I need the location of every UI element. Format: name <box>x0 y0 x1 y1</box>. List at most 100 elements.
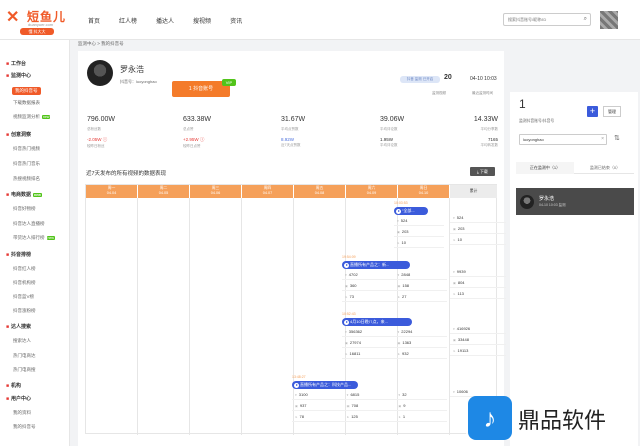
manage-button[interactable]: 管理 <box>603 106 621 117</box>
account-count: 1 <box>519 97 526 111</box>
sidebar-item-profile[interactable]: 我的资料 <box>13 410 31 416</box>
rank-icon: ■ <box>6 252 10 258</box>
account-search-box: × <box>519 134 607 145</box>
sidebar-item-hot-search[interactable]: 热搜视频排名 <box>13 176 40 182</box>
profile-avatar <box>87 60 113 86</box>
sidebar-item-sales[interactable]: 带货达人排行榜 new <box>13 235 55 241</box>
sidebar-item-org[interactable]: 抖音机构榜 <box>13 280 36 286</box>
nav-influencers[interactable]: 播达人 <box>156 16 174 25</box>
monitor-tabs: 正在监测中（1） 监测已结束（0） <box>516 162 634 174</box>
sidebar-item-hot-search2[interactable]: 热门电商搜 <box>13 367 36 373</box>
nav-videos[interactable]: 搜视频 <box>193 16 211 25</box>
sidebar-item-hot-music[interactable]: 抖音热门音乐 <box>13 161 40 167</box>
account-count-label: 监测抖音账号/抖音号 <box>519 119 555 123</box>
tab-monitoring[interactable]: 正在监测中（1） <box>516 162 574 174</box>
sidebar-item-video-monitor[interactable]: 视频监测分析 new <box>13 114 51 120</box>
sidebar-item-my-douyin[interactable]: 我的抖音号 <box>13 424 36 430</box>
play-button[interactable]: 4月10日晚八点，来... <box>342 318 412 326</box>
main-nav: 首页 红人榜 播达人 搜视频 资讯 <box>88 16 261 25</box>
video-card[interactable]: 13:48:27 直播所有产品之：科技产品... 3100681532 9377… <box>292 375 447 422</box>
video-card[interactable]: 10:03:53 “全部... 524 203 10 <box>394 201 450 248</box>
play-button[interactable]: 直播所有产品之：科技产品... <box>292 381 358 389</box>
monitored-account-item[interactable]: 罗永浩 04-10 10:03 监测 <box>516 188 634 215</box>
col-header: 周日 04.10 <box>398 185 449 198</box>
org-icon: ■ <box>6 383 10 389</box>
search-box: ⌕ <box>503 13 591 26</box>
sidebar-item-growth[interactable]: 抖音涨粉榜 <box>13 308 36 314</box>
sidebar-group-workbench[interactable]: ■ 工作台 <box>6 60 26 67</box>
new-badge: new <box>33 193 42 197</box>
video-card[interactable]: 10:52:43 4月10日晚八点，来... 35636222294 27974… <box>342 312 447 359</box>
main-content: 监测中心 > 我的抖音号 罗永浩 抖音号：luoyonghao 1 抖音账号 V… <box>74 40 640 446</box>
sidebar-group-monitor[interactable]: ■ 监测中心 <box>6 72 31 79</box>
sidebar-group-search[interactable]: ■ 达人搜索 <box>6 323 31 330</box>
nav-news[interactable]: 资讯 <box>230 16 242 25</box>
video-total: 9939 804 113 <box>450 266 506 299</box>
panel-title: 近7天发布的所有视频的数据表现 <box>86 171 167 177</box>
watermark: ♪ 鼎品软件 <box>466 396 636 440</box>
sidebar-item-download[interactable]: 下载数据报表 <box>13 100 40 106</box>
monitor-icon: ■ <box>6 73 10 79</box>
add-account-button[interactable]: + <box>587 106 598 117</box>
sidebar-group-ecommerce[interactable]: ■ 电商数据 new <box>6 191 42 198</box>
profile-id: 抖音号：luoyonghao <box>120 79 157 84</box>
sidebar-item-red[interactable]: 抖音红人榜 <box>13 266 36 272</box>
sidebar-item-live[interactable]: 抖音达人直播榜 <box>13 221 45 227</box>
account-search-input[interactable] <box>520 135 598 144</box>
cart-icon: ■ <box>6 192 10 198</box>
clear-icon[interactable]: × <box>601 136 604 142</box>
watermark-text: 鼎品软件 <box>518 408 607 433</box>
play-button[interactable]: “全部... <box>394 207 428 215</box>
stat-likes: 633.38W 总点赞 +2.95W ⓘ 较昨日点赞 <box>183 116 212 148</box>
account-time: 04-10 10:03 监测 <box>539 203 566 207</box>
sidebar-item-hot-videos[interactable]: 抖音热门视频 <box>13 146 40 152</box>
sidebar-group-org[interactable]: ■ 机构 <box>6 382 21 389</box>
video-total: 524 203 10 <box>450 212 506 245</box>
sidebar-group-creative[interactable]: ■ 创意洞察 <box>6 131 31 138</box>
fish-logo-icon: ✕ <box>6 9 20 26</box>
stat-avg-comments: 39.06W 平均评论数 1.95W 平均评论数 <box>380 116 405 147</box>
top-bar: ✕ 短鱼儿 duanyuer.com 懂 抖大大 首页 红人榜 播达人 搜视频 … <box>0 0 640 40</box>
search-icon[interactable]: ⌕ <box>584 16 587 23</box>
user-avatar[interactable] <box>600 11 618 29</box>
monitor-video-count: 20 <box>444 74 452 81</box>
account-name: 罗永浩 <box>539 196 555 202</box>
last-monitor-label: 最近监测时间 <box>472 91 493 95</box>
new-badge: new <box>42 115 51 119</box>
sidebar-group-rankings[interactable]: ■ 抖音排榜 <box>6 251 31 258</box>
weekly-panel: 近7天发布的所有视频的数据表现 ⤓ 下载 周一 04.04 周二 04.05 周三 0… <box>78 161 508 446</box>
logo-domain: duanyuer.com <box>28 22 54 27</box>
sidebar-item-my-account[interactable]: 我的抖音号 <box>12 87 41 95</box>
tab-ended[interactable]: 监测已结束（0） <box>576 162 634 174</box>
sidebar-item-bluev[interactable]: 抖音蓝V榜 <box>13 294 34 300</box>
vip-badge: VIP <box>222 79 236 86</box>
search-icon: ■ <box>6 324 10 330</box>
download-button[interactable]: ⤓ 下载 <box>470 167 495 176</box>
video-card[interactable]: 19:54:09 直播所有产品之：新... 47022848 360158 73… <box>342 255 447 302</box>
video-total: 416926 33448 19113 <box>450 323 506 356</box>
new-badge: new <box>46 236 55 240</box>
right-panel: 1 监测抖音账号/抖音号 + 管理 × ⇅ 正在监测中（1） 监测已结束（0） … <box>510 92 638 446</box>
col-header: 周一 04.04 <box>86 185 137 198</box>
account-avatar <box>520 195 534 209</box>
sidebar-item-hot-talent[interactable]: 热门电商达 <box>13 353 36 359</box>
monitor-video-label: 监测视频 <box>432 91 446 95</box>
bulb-icon: ■ <box>6 132 10 138</box>
col-header: 周四 04.07 <box>242 185 293 198</box>
logo[interactable]: ✕ 短鱼儿 duanyuer.com 懂 抖大大 <box>6 7 66 35</box>
sort-icon[interactable]: ⇅ <box>614 134 620 142</box>
sidebar-item-goods[interactable]: 抖音好物榜 <box>13 206 36 212</box>
home-icon: ■ <box>6 61 10 67</box>
play-button[interactable]: 直播所有产品之：新... <box>342 261 410 269</box>
col-header: 周五 04.08 <box>294 185 345 198</box>
user-icon: ■ <box>6 396 10 402</box>
nav-home[interactable]: 首页 <box>88 16 100 25</box>
sidebar-item-search-talent[interactable]: 搜索达人 <box>13 338 31 344</box>
col-header: 周六 04.09 <box>346 185 397 198</box>
stat-avg-shares: 14.33W 平均分享数 7165 平均转发数 <box>473 116 498 147</box>
search-input[interactable] <box>504 14 574 25</box>
nav-ranking[interactable]: 红人榜 <box>119 16 137 25</box>
col-header: 周三 04.06 <box>190 185 241 198</box>
stat-followers: 796.00W 总粉丝数 -2.05W ⓘ 较昨日粉丝 <box>87 116 116 148</box>
sidebar-group-user[interactable]: ■ 用户中心 <box>6 395 31 402</box>
